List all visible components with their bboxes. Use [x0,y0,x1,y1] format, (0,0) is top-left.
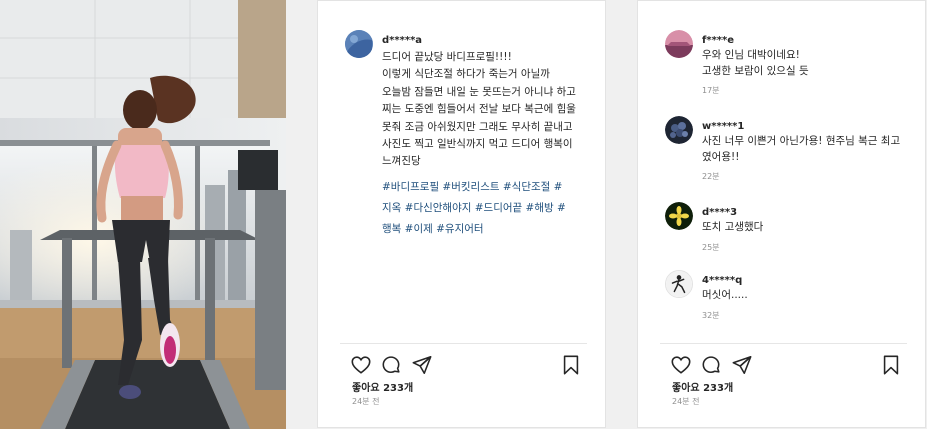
post-time: 24분 전 [672,397,700,406]
bookmark-icon[interactable] [560,354,582,376]
divider [660,343,907,344]
comment-avatar[interactable] [665,30,693,58]
comment-icon[interactable] [380,354,402,376]
like-count[interactable]: 좋아요 233개 [672,379,733,394]
heart-icon[interactable] [670,354,692,376]
post-username[interactable]: d*****a [382,35,422,46]
bookmark-icon[interactable] [880,354,902,376]
avatar-image [665,116,693,144]
comment-avatar[interactable] [665,116,693,144]
avatar-image [665,30,693,58]
comment-avatar[interactable] [665,202,693,230]
comment-username[interactable]: 4*****q [702,275,742,286]
divider [340,343,587,344]
post-caption: 드디어 끝났당 바디프로필!!!! 이렇게 식단조절 하다가 죽는거 아닐까 오… [382,51,576,168]
comment-username[interactable]: w*****1 [702,121,744,132]
post-panel: d*****a 드디어 끝났당 바디프로필!!!! 이렇게 식단조절 하다가 죽… [317,0,606,428]
comment-time: 17분 [702,86,720,95]
heart-icon[interactable] [350,354,372,376]
comment-username[interactable]: f****e [702,35,734,46]
share-icon[interactable] [731,354,753,376]
comment-avatar[interactable] [665,270,693,298]
avatar-image [345,30,373,58]
post-hashtags[interactable]: #바디프로필 #버킷리스트 #식단조절 # 지옥 #다신안해야지 #드디어끝 #… [382,177,592,240]
avatar-image [666,271,692,297]
like-count[interactable]: 좋아요 233개 [352,379,413,394]
comment-text: 우와 인님 대박이네요! 고생한 보람이 있으실 듯 [702,49,809,77]
comment-text: 머싯어..... [702,289,748,301]
comment-time: 22분 [702,172,720,181]
action-bar [670,354,900,376]
share-icon[interactable] [411,354,433,376]
action-bar [350,354,580,376]
treadmill-photo [0,0,286,429]
comment-text: 또치 고생했다 [702,221,764,233]
comment-time: 25분 [702,243,720,252]
post-avatar[interactable] [345,30,373,58]
comment-text: 사진 너무 이쁜거 아닌가용! 현주님 복근 최고 였어용!! [702,135,901,163]
comment-username[interactable]: d****3 [702,207,737,218]
avatar-image [665,202,693,230]
post-photo [0,0,286,429]
comment-time: 32분 [702,311,720,320]
comment-icon[interactable] [700,354,722,376]
comments-panel: f****e 우와 인님 대박이네요! 고생한 보람이 있으실 듯 17분 w*… [637,0,926,428]
post-time: 24분 전 [352,397,380,406]
